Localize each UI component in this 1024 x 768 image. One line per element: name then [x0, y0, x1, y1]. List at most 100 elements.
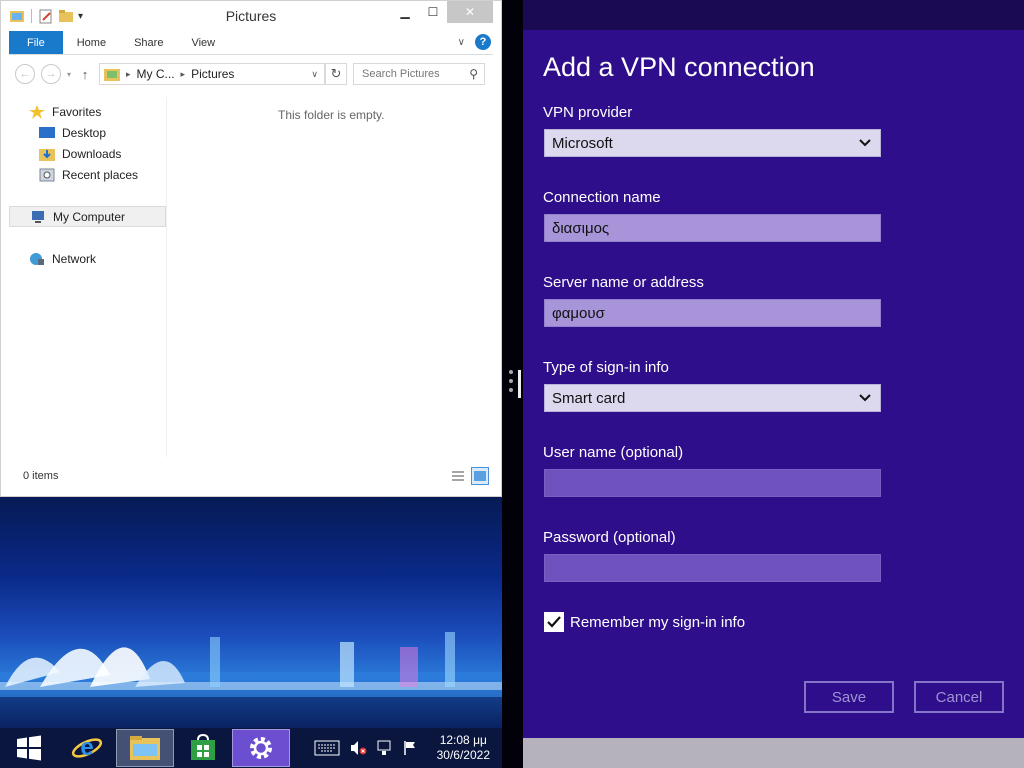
settings-icon — [250, 737, 272, 759]
forward-button[interactable]: → — [41, 64, 61, 84]
internet-explorer-icon: e — [71, 734, 103, 761]
customize-toolbar-icon[interactable]: ▾ — [78, 11, 83, 22]
store-icon — [191, 734, 215, 760]
search-placeholder: Search Pictures — [362, 68, 440, 80]
minimize-button[interactable]: ▁ — [391, 1, 419, 23]
splitter-grip-icon — [509, 370, 513, 392]
quick-access-toolbar: ▾ — [1, 8, 83, 24]
empty-folder-message: This folder is empty. — [278, 108, 385, 122]
large-icons-view-icon[interactable] — [471, 467, 489, 485]
properties-icon[interactable] — [38, 8, 54, 24]
ribbon-tabs: File Home Share View ∨ ? — [9, 31, 493, 55]
tab-home[interactable]: Home — [63, 31, 120, 54]
nav-network-label: Network — [52, 251, 97, 266]
username-field[interactable] — [544, 469, 881, 497]
item-count: 0 items — [23, 470, 59, 482]
new-folder-icon[interactable] — [58, 8, 74, 24]
pane-bottom-band — [523, 738, 1024, 768]
chevron-down-icon — [859, 394, 871, 402]
details-view-icon[interactable] — [449, 467, 467, 485]
nav-computer-label: My Computer — [53, 209, 126, 224]
page-title: Add a VPN connection — [543, 52, 815, 82]
username-label: User name (optional) — [543, 444, 684, 461]
search-icon: ⚲ — [469, 67, 479, 81]
svg-text:e: e — [80, 734, 93, 761]
connection-name-value: διασιμος — [552, 219, 610, 237]
downloads-icon — [39, 148, 55, 161]
clock-date: 30/6/2022 — [436, 748, 490, 762]
system-tray: 12:08 μμ 30/6/2022 — [313, 728, 502, 768]
cancel-button[interactable]: Cancel — [914, 681, 1004, 713]
tab-share[interactable]: Share — [120, 31, 177, 54]
nav-recent-label: Recent places — [62, 167, 139, 182]
chevron-down-icon — [859, 139, 871, 147]
network-icon — [30, 252, 44, 265]
store-button[interactable] — [174, 729, 232, 767]
volume-muted-icon[interactable] — [349, 739, 367, 757]
connection-name-label: Connection name — [543, 189, 661, 206]
tab-view[interactable]: View — [177, 31, 229, 54]
server-address-field[interactable]: φαμουσ — [544, 299, 881, 327]
nav-desktop[interactable]: Desktop — [9, 122, 166, 143]
computer-icon — [32, 210, 44, 223]
remember-signin-label: Remember my sign-in info — [570, 613, 746, 631]
splitter-handle[interactable] — [518, 370, 521, 398]
breadcrumb-separator-icon: ▸ — [126, 68, 131, 79]
nav-recent-places[interactable]: Recent places — [9, 164, 166, 185]
password-label: Password (optional) — [543, 529, 676, 546]
signin-type-label: Type of sign-in info — [543, 359, 669, 376]
windows-start-icon — [17, 735, 41, 761]
vpn-provider-value: Microsoft — [552, 134, 613, 152]
checkmark-icon — [547, 616, 561, 628]
status-bar: 0 items — [9, 466, 493, 486]
snap-splitter[interactable] — [502, 0, 523, 768]
expand-ribbon-icon[interactable]: ∨ — [458, 37, 465, 48]
breadcrumb-pictures[interactable]: Pictures — [191, 67, 234, 81]
up-button[interactable]: ↑ — [77, 67, 93, 82]
file-explorer-icon — [130, 736, 160, 760]
network-status-icon[interactable] — [375, 739, 393, 757]
password-field[interactable] — [544, 554, 881, 582]
connection-name-field[interactable]: διασιμος — [544, 214, 881, 242]
nav-downloads[interactable]: Downloads — [9, 143, 166, 164]
taskbar: e 12:08 μμ 30/6/2022 — [0, 728, 502, 768]
help-icon[interactable]: ? — [475, 34, 491, 50]
search-input[interactable]: Search Pictures ⚲ — [353, 63, 486, 85]
recent-places-icon — [39, 168, 55, 181]
folder-app-icon — [10, 11, 24, 22]
action-center-flag-icon[interactable] — [401, 739, 419, 757]
address-dropdown-icon[interactable]: ∨ — [311, 69, 318, 80]
maximize-button[interactable]: ☐ — [419, 1, 447, 23]
tab-file[interactable]: File — [9, 31, 63, 54]
save-button[interactable]: Save — [804, 681, 894, 713]
server-address-value: φαμουσ — [552, 304, 605, 322]
nav-network[interactable]: Network — [9, 248, 166, 269]
recent-locations-icon[interactable]: ▾ — [67, 70, 71, 79]
pictures-folder-icon — [104, 69, 121, 81]
file-explorer-button[interactable] — [116, 729, 174, 767]
vpn-provider-label: VPN provider — [543, 104, 633, 121]
back-button[interactable]: ← — [15, 64, 35, 84]
address-bar[interactable]: ▸ My C... ▸ Pictures ∨ — [99, 63, 326, 85]
breadcrumb-separator-icon: ▸ — [180, 68, 186, 79]
nav-favorites[interactable]: Favorites — [9, 101, 166, 122]
server-address-label: Server name or address — [543, 274, 704, 291]
nav-my-computer[interactable]: My Computer — [9, 206, 166, 227]
start-button[interactable] — [0, 729, 58, 767]
touch-keyboard-icon[interactable] — [313, 739, 341, 757]
clock[interactable]: 12:08 μμ 30/6/2022 — [437, 733, 490, 763]
desktop-icon — [39, 126, 55, 138]
vpn-provider-select[interactable]: Microsoft — [544, 129, 881, 157]
refresh-button[interactable]: ↻ — [325, 63, 348, 85]
nav-downloads-label: Downloads — [62, 146, 122, 161]
pane-top-band — [523, 0, 1024, 30]
breadcrumb-my-computer[interactable]: My C... — [137, 67, 175, 81]
close-button[interactable]: ✕ — [447, 1, 493, 23]
signin-type-select[interactable]: Smart card — [544, 384, 881, 412]
internet-explorer-button[interactable]: e — [58, 729, 116, 767]
settings-button[interactable] — [232, 729, 290, 767]
nav-desktop-label: Desktop — [62, 125, 107, 140]
nav-favorites-label: Favorites — [52, 104, 102, 119]
star-icon — [29, 104, 45, 119]
remember-signin-checkbox[interactable] — [544, 612, 564, 632]
